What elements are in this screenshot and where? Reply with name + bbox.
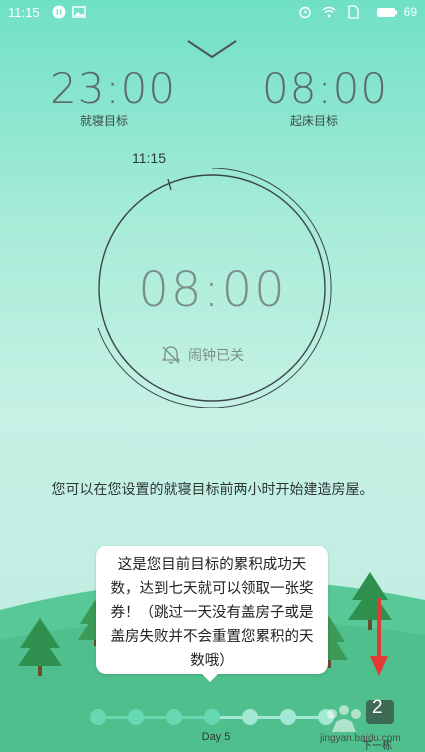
pause-icon (52, 5, 66, 19)
battery-icon (377, 8, 397, 17)
status-bar: 11:15 69 (0, 0, 425, 26)
alarm-status[interactable]: 闹钟已关 (160, 344, 244, 366)
wakeup-target-time[interactable]: 08:00 (262, 64, 388, 113)
next-house-count[interactable]: 2 (372, 697, 383, 719)
alarm-off-bell-icon (161, 346, 181, 364)
collapse-chevron-icon[interactable] (186, 38, 238, 60)
bedtime-target-time[interactable]: 23:00 (50, 64, 176, 113)
progress-day-2 (128, 709, 144, 725)
wifi-icon (322, 6, 336, 18)
progress-line-completed (98, 716, 213, 719)
sim-card-icon (348, 5, 359, 19)
build-hint-text: 您可以在您设置的就寝目标前两小时开始建造房屋。 (51, 482, 374, 498)
current-time-marker: 11:15 (132, 150, 166, 166)
progress-day-1 (90, 709, 106, 725)
alarm-status-label: 闹钟已关 (188, 348, 244, 364)
next-house-label: 下一栋 (362, 741, 392, 752)
bedtime-target-label: 就寝目标 (80, 114, 129, 128)
progress-day-4 (204, 709, 220, 725)
clock-center-time: 08:00 (138, 262, 287, 318)
annotation-arrow-icon (370, 598, 388, 676)
status-time: 11:15 (8, 5, 40, 20)
progress-day-3 (166, 709, 182, 725)
time-marker-tick (167, 178, 172, 191)
streak-tooltip: 这是您目前目标的累积成功天数，达到七天就可以领取一张奖券！（跳过一天没有盖房子或… (96, 546, 328, 682)
image-icon (72, 6, 86, 18)
battery-level: 69 (403, 5, 417, 19)
wakeup-target-label: 起床目标 (290, 114, 339, 128)
progress-day-5 (242, 709, 258, 725)
alarm-clock-icon (299, 6, 311, 19)
current-day-label: Day 5 (201, 731, 231, 743)
progress-day-6 (280, 709, 296, 725)
